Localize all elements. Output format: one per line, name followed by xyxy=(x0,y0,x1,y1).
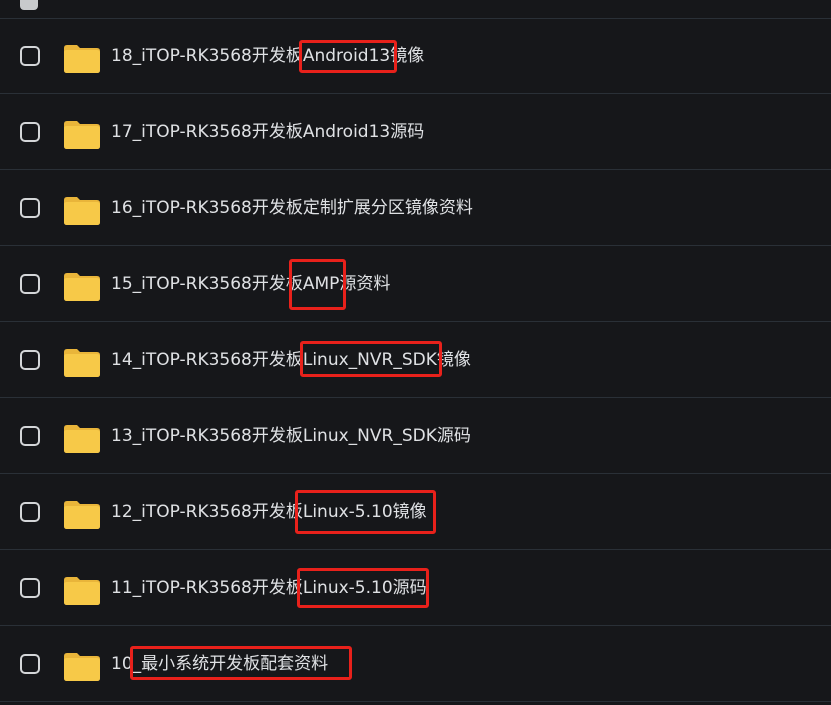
list-item[interactable]: 16_iTOP-RK3568开发板定制扩展分区镜像资料 xyxy=(0,171,831,246)
row-checkbox[interactable] xyxy=(20,426,40,446)
folder-icon xyxy=(64,501,100,529)
row-checkbox[interactable] xyxy=(20,654,40,674)
folder-icon xyxy=(64,197,100,225)
file-name[interactable]: 15_iTOP-RK3568开发板AMP源资料 xyxy=(111,273,390,295)
row-checkbox[interactable] xyxy=(20,122,40,142)
row-checkbox[interactable] xyxy=(20,350,40,370)
file-list: 18_iTOP-RK3568开发板Android13镜像 17_iTOP-RK3… xyxy=(0,0,831,705)
file-name[interactable]: 14_iTOP-RK3568开发板Linux_NVR_SDK镜像 xyxy=(111,349,471,371)
folder-icon xyxy=(64,349,100,377)
folder-icon xyxy=(64,425,100,453)
row-checkbox[interactable] xyxy=(20,46,40,66)
select-all-checkbox[interactable] xyxy=(20,0,38,10)
file-name[interactable]: 13_iTOP-RK3568开发板Linux_NVR_SDK源码 xyxy=(111,425,471,447)
list-item[interactable]: 15_iTOP-RK3568开发板AMP源资料 xyxy=(0,247,831,322)
file-name[interactable]: 16_iTOP-RK3568开发板定制扩展分区镜像资料 xyxy=(111,197,473,219)
list-item[interactable]: 17_iTOP-RK3568开发板Android13源码 xyxy=(0,95,831,170)
row-checkbox[interactable] xyxy=(20,198,40,218)
folder-icon xyxy=(64,121,100,149)
list-item[interactable]: 13_iTOP-RK3568开发板Linux_NVR_SDK源码 xyxy=(0,399,831,474)
folder-icon xyxy=(64,273,100,301)
folder-icon xyxy=(64,653,100,681)
list-item[interactable]: 14_iTOP-RK3568开发板Linux_NVR_SDK镜像 xyxy=(0,323,831,398)
file-name[interactable]: 11_iTOP-RK3568开发板Linux-5.10源码 xyxy=(111,577,427,599)
row-checkbox[interactable] xyxy=(20,274,40,294)
list-item[interactable]: 11_iTOP-RK3568开发板Linux-5.10源码 xyxy=(0,551,831,626)
list-item[interactable]: 12_iTOP-RK3568开发板Linux-5.10镜像 xyxy=(0,475,831,550)
folder-icon xyxy=(64,45,100,73)
file-name[interactable]: 18_iTOP-RK3568开发板Android13镜像 xyxy=(111,45,424,67)
file-name[interactable]: 10_最小系统开发板配套资料 xyxy=(111,653,328,675)
row-checkbox[interactable] xyxy=(20,502,40,522)
row-checkbox[interactable] xyxy=(20,578,40,598)
list-item[interactable]: 10_最小系统开发板配套资料 xyxy=(0,627,831,702)
folder-icon xyxy=(64,577,100,605)
partial-row xyxy=(0,0,831,19)
file-name[interactable]: 17_iTOP-RK3568开发板Android13源码 xyxy=(111,121,424,143)
list-item[interactable]: 18_iTOP-RK3568开发板Android13镜像 xyxy=(0,19,831,94)
file-name[interactable]: 12_iTOP-RK3568开发板Linux-5.10镜像 xyxy=(111,501,427,523)
